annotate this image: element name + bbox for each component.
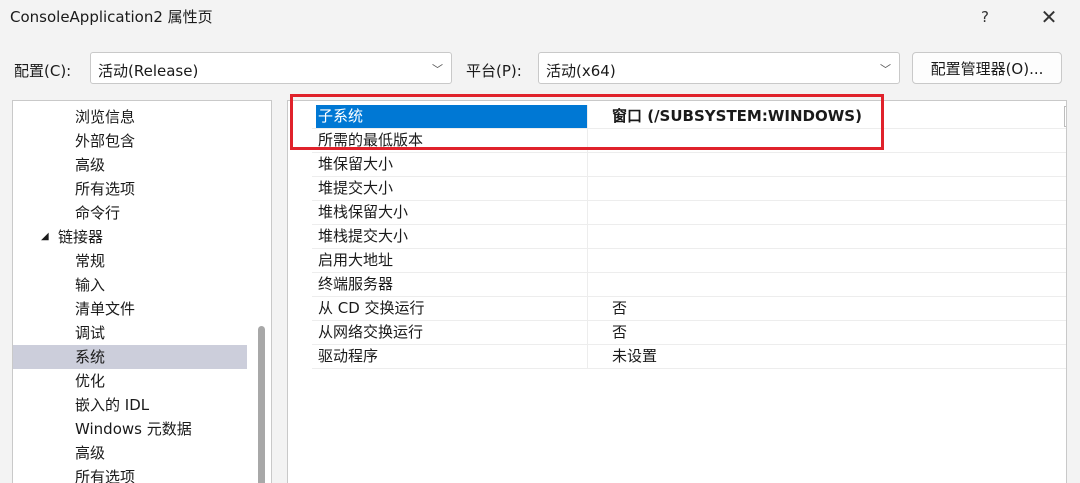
property-name: 从网络交换运行 [318,323,424,341]
tree-item-label: 常规 [75,252,106,270]
tree-item[interactable]: 命令行 [13,201,247,225]
property-row[interactable]: 启用大地址 [312,249,1066,273]
column-divider [587,321,588,345]
property-row[interactable]: 从 CD 交换运行 否 [312,297,1066,321]
configuration-value: 活动(Release) [98,62,199,80]
property-value[interactable]: 窗口 (/SUBSYSTEM:WINDOWS) [612,105,862,128]
tree-item[interactable]: 高级 [13,153,247,177]
tree-item[interactable]: 所有选项 [13,177,247,201]
configuration-dropdown[interactable]: 活动(Release) ﹀ [90,52,452,84]
tree-item[interactable]: 调试 [13,321,247,345]
property-name: 驱动程序 [318,347,379,365]
column-divider [587,153,588,177]
configuration-bar: 配置(C): 活动(Release) ﹀ 平台(P): 活动(x64) ﹀ 配置… [0,52,1080,86]
tree-item-label: 所有选项 [75,180,136,198]
expand-caret-icon[interactable]: ◢ [41,225,49,249]
tree-item-label: 优化 [75,372,106,390]
tree-item[interactable]: 外部包含 [13,129,247,153]
column-divider [587,177,588,201]
tree-item-label: 系统 [75,348,106,366]
help-button[interactable]: ? [962,0,1008,34]
tree-item-label: 外部包含 [75,132,136,150]
close-button[interactable]: ✕ [1026,0,1072,34]
tree-item-label: 调试 [75,324,106,342]
tree-item[interactable]: 浏览信息 [13,105,247,129]
property-value[interactable]: 否 [612,321,627,344]
column-divider [587,273,588,297]
tree-item-label: 所有选项 [75,468,136,483]
property-name: 终端服务器 [318,275,394,293]
column-divider [587,129,588,153]
platform-value: 活动(x64) [546,62,616,80]
tree-item-label: Windows 元数据 [75,420,192,438]
tree-scrollbar[interactable] [254,101,271,483]
configuration-manager-button[interactable]: 配置管理器(O)... [912,52,1062,84]
property-name: 堆栈保留大小 [318,203,409,221]
tree-item-label: 高级 [75,156,106,174]
property-row[interactable]: 堆提交大小 [312,177,1066,201]
tree-group-linker[interactable]: ◢ 链接器 [13,225,247,249]
chevron-down-icon: ﹀ [432,63,443,76]
tree-item-label: 输入 [75,276,106,294]
column-divider [587,225,588,249]
tree-item-label: 高级 [75,444,106,462]
tree-item-label: 嵌入的 IDL [75,396,150,414]
column-divider [587,201,588,225]
tree-item[interactable]: Windows 元数据 [13,417,247,441]
property-tree: 浏览信息 外部包含 高级 所有选项 命令行 ◢ 链接器 常规 输入 清单文件 调试 系统 优化 嵌入的 I… [12,100,272,483]
property-value[interactable]: 否 [612,297,627,320]
property-name: 堆栈提交大小 [318,227,409,245]
property-row[interactable]: 从网络交换运行 否 [312,321,1066,345]
property-row[interactable]: 堆栈提交大小 [312,225,1066,249]
property-row[interactable]: 堆栈保留大小 [312,201,1066,225]
window-title: ConsoleApplication2 属性页 [10,8,213,26]
chevron-down-icon: ﹀ [880,63,891,76]
tree-item-label: 命令行 [75,204,121,222]
column-divider [587,297,588,321]
property-name: 所需的最低版本 [318,131,424,149]
tree-item-label: 链接器 [58,228,104,246]
property-row[interactable]: 终端服务器 [312,273,1066,297]
property-value[interactable]: 未设置 [612,345,657,368]
tree-scrollbar-thumb[interactable] [258,326,265,483]
tree-item[interactable]: 常规 [13,249,247,273]
property-name: 堆提交大小 [318,179,394,197]
column-divider [587,105,588,129]
property-row[interactable]: 堆保留大小 [312,153,1066,177]
platform-label: 平台(P): [466,62,522,80]
tree-item[interactable]: 输入 [13,273,247,297]
property-grid: 子系统 窗口 (/SUBSYSTEM:WINDOWS) ﹀ 所需的最低版本堆保留大小堆… [287,100,1067,483]
column-divider [587,249,588,273]
property-name: 子系统 [316,105,588,128]
column-divider [587,345,588,369]
tree-item-label: 清单文件 [75,300,136,318]
configuration-label: 配置(C): [14,62,72,80]
property-row[interactable]: 子系统 窗口 (/SUBSYSTEM:WINDOWS) ﹀ [312,105,1066,129]
tree-item[interactable]: 优化 [13,369,247,393]
tree-item[interactable]: 嵌入的 IDL [13,393,247,417]
platform-dropdown[interactable]: 活动(x64) ﹀ [538,52,900,84]
property-name: 堆保留大小 [318,155,394,173]
tree-item[interactable]: 清单文件 [13,297,247,321]
property-name: 启用大地址 [318,251,394,269]
chevron-down-icon[interactable]: ﹀ [1064,106,1066,127]
tree-item[interactable]: 高级 [13,441,247,465]
tree-item[interactable]: 所有选项 [13,465,247,483]
tree-item-label: 浏览信息 [75,108,136,126]
title-bar: ConsoleApplication2 属性页 ? ✕ [0,0,1080,34]
tree-item[interactable]: 系统 [13,345,247,369]
property-row[interactable]: 所需的最低版本 [312,129,1066,153]
property-name: 从 CD 交换运行 [318,299,425,317]
property-row[interactable]: 驱动程序 未设置 [312,345,1066,369]
